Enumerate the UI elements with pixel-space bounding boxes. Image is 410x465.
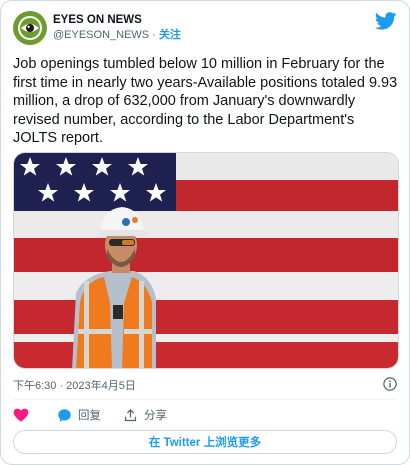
reply-label: 回复 — [78, 410, 101, 422]
like-button[interactable] — [13, 408, 35, 422]
reply-icon — [58, 408, 71, 422]
divider — [13, 399, 397, 400]
share-label: 分享 — [144, 410, 167, 422]
eye-logo-icon — [18, 16, 42, 40]
heart-icon — [13, 408, 29, 422]
reply-button[interactable]: 回复 — [57, 407, 101, 423]
tweet-text: Job openings tumbled below 10 million in… — [13, 56, 402, 146]
account-subline: @EYESON_NEWS · 关注 — [53, 28, 181, 43]
tweet-photo[interactable] — [13, 152, 399, 369]
avatar[interactable] — [13, 11, 47, 45]
tweet-header: EYES ON NEWS @EYESON_NEWS · 关注 — [13, 10, 397, 46]
account-handle[interactable]: @EYESON_NEWS — [53, 29, 149, 41]
tweet-meta: 下午6:30 · 2023年4月5日 — [13, 377, 397, 393]
account-names: EYES ON NEWS @EYESON_NEWS · 关注 — [53, 13, 181, 43]
share-icon — [124, 408, 137, 421]
share-button[interactable]: 分享 — [123, 407, 167, 423]
info-icon[interactable] — [383, 377, 397, 391]
tweet-actions: 回复 分享 — [13, 405, 189, 425]
flag-worker-photo — [14, 153, 398, 368]
separator-dot: · — [152, 29, 156, 41]
display-name[interactable]: EYES ON NEWS — [53, 13, 181, 28]
follow-link[interactable]: 关注 — [159, 29, 181, 41]
view-more-on-twitter-button[interactable]: 在 Twitter 上浏览更多 — [13, 430, 397, 454]
tweet-timestamp[interactable]: 下午6:30 · 2023年4月5日 — [13, 377, 136, 393]
twitter-bird-icon[interactable] — [375, 12, 397, 30]
tweet-card: EYES ON NEWS @EYESON_NEWS · 关注 Job openi… — [0, 0, 410, 465]
